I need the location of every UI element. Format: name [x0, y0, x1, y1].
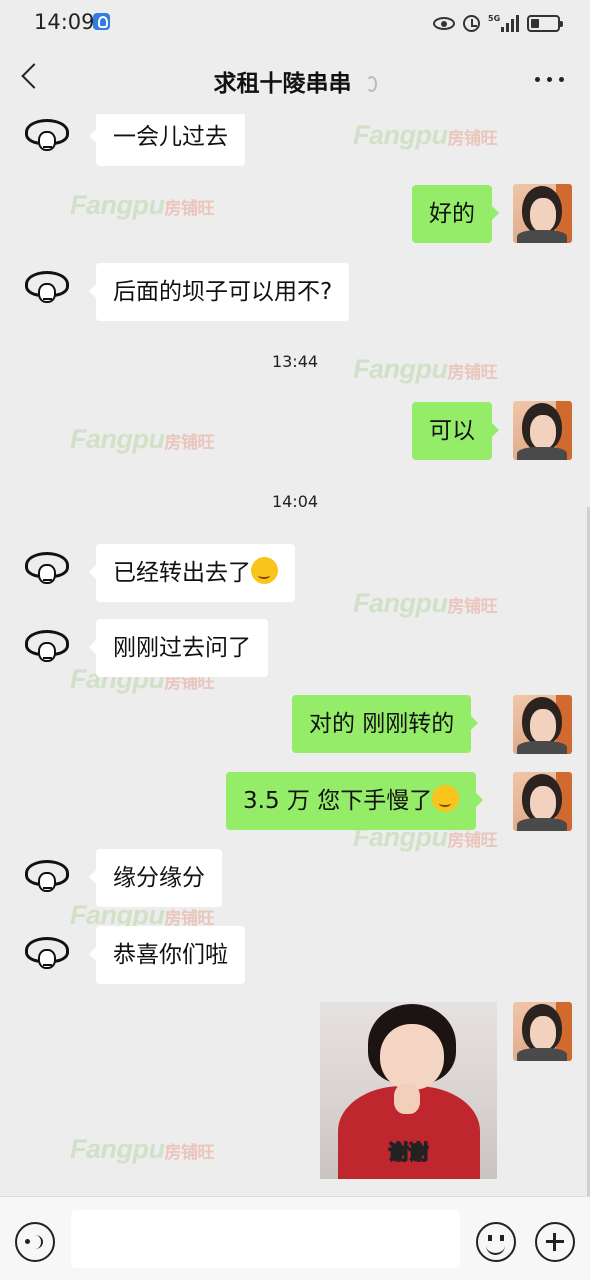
contact-avatar[interactable] [22, 630, 72, 666]
my-avatar[interactable] [513, 695, 572, 754]
thinking-emoji-icon [251, 557, 278, 584]
watermark-cn: 房铺旺 [447, 129, 497, 148]
input-bar [0, 1196, 590, 1280]
status-time: 14:09 [34, 10, 95, 34]
message-text: 已经转出去了 [113, 560, 251, 586]
laughing-crying-emoji-icon [432, 785, 460, 812]
chat-header: 求租十陵串串 [0, 46, 590, 114]
watermark-cn: 房铺旺 [164, 433, 214, 452]
watermark-brand: Fangpu [353, 588, 448, 618]
sticker-caption: 谢谢 [388, 1139, 430, 1165]
watermark-cn: 房铺旺 [447, 597, 497, 616]
watermark: Fangpu房铺旺 [70, 190, 214, 221]
message-bubble-left[interactable]: 恭喜你们啦 [89, 926, 245, 984]
contact-avatar[interactable] [22, 119, 72, 155]
contact-avatar[interactable] [22, 271, 72, 307]
network-type: 5G [488, 14, 501, 23]
battery-icon [527, 14, 563, 32]
message-bubble-left[interactable]: 一会儿过去 [89, 114, 245, 166]
message-bubble-right[interactable]: 可以 [412, 402, 499, 460]
watermark: Fangpu房铺旺 [70, 1134, 214, 1165]
watermark-brand: Fangpu [70, 424, 165, 454]
message-bubble-right[interactable]: 好的 [412, 185, 499, 243]
watermark-cn: 房铺旺 [164, 1143, 214, 1162]
sticker-image[interactable]: 谢谢 [320, 1002, 497, 1179]
message-text: 3.5 万 您下手慢了 [243, 788, 433, 814]
signal-icon: 5G [488, 14, 519, 32]
notification-icon [93, 13, 110, 30]
my-avatar[interactable] [513, 401, 572, 460]
contact-avatar[interactable] [22, 552, 72, 588]
contact-avatar[interactable] [22, 937, 72, 973]
earpiece-mode-icon [365, 76, 377, 92]
alarm-icon [463, 14, 480, 32]
watermark: Fangpu房铺旺 [353, 588, 497, 619]
message-timestamp: 14:04 [271, 492, 319, 511]
watermark-cn: 房铺旺 [447, 831, 497, 850]
message-timestamp: 13:44 [271, 352, 319, 371]
emoji-icon[interactable] [476, 1222, 516, 1262]
watermark-cn: 房铺旺 [164, 199, 214, 218]
more-actions-plus-icon[interactable] [535, 1222, 575, 1262]
eye-comfort-icon [433, 16, 455, 30]
my-avatar[interactable] [513, 184, 572, 243]
message-bubble-right[interactable]: 对的 刚刚转的 [292, 695, 479, 753]
watermark-brand: Fangpu [353, 120, 448, 150]
contact-avatar[interactable] [22, 860, 72, 896]
message-bubble-right[interactable]: 3.5 万 您下手慢了 [226, 772, 484, 830]
message-bubble-left[interactable]: 已经转出去了 [89, 544, 295, 602]
watermark: Fangpu房铺旺 [353, 120, 497, 151]
status-icons: 5G [433, 12, 563, 34]
status-bar: 14:09 5G [0, 0, 590, 46]
title-wrap: 求租十陵串串 [0, 64, 590, 98]
watermark-brand: Fangpu [70, 190, 165, 220]
message-bubble-left[interactable]: 刚刚过去问了 [89, 619, 268, 677]
voice-input-icon[interactable] [15, 1222, 55, 1262]
watermark-brand: Fangpu [70, 1134, 165, 1164]
message-bubble-left[interactable]: 缘分缘分 [89, 849, 222, 907]
watermark: Fangpu房铺旺 [70, 424, 214, 455]
message-list[interactable]: Fangpu房铺旺 Fangpu房铺旺 Fangpu房铺旺 Fangpu房铺旺 … [0, 114, 590, 1196]
my-avatar[interactable] [513, 772, 572, 831]
my-avatar[interactable] [513, 1002, 572, 1061]
message-bubble-left[interactable]: 后面的坝子可以用不? [88, 263, 350, 321]
more-options-icon[interactable] [535, 77, 564, 82]
chat-title[interactable]: 求租十陵串串 [214, 71, 352, 97]
message-input[interactable] [71, 1210, 460, 1268]
